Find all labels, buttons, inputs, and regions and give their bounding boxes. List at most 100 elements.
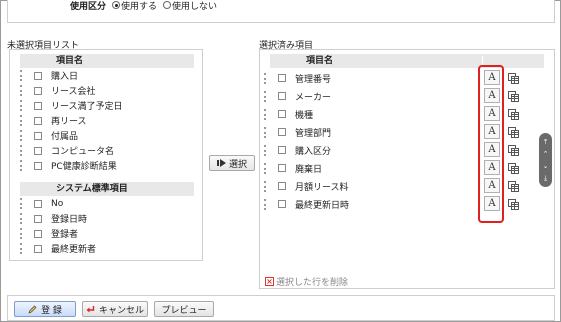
column-settings-icon[interactable]	[506, 107, 520, 121]
drag-handle-icon[interactable]	[20, 198, 24, 209]
highlight-box	[478, 65, 504, 223]
row-checkbox[interactable]	[278, 164, 286, 172]
row-checkbox[interactable]	[34, 71, 42, 80]
list-item[interactable]: No	[16, 196, 63, 211]
list-item[interactable]: コンピュータ名	[16, 143, 114, 158]
row-checkbox[interactable]	[278, 92, 286, 100]
item-label: No	[51, 198, 64, 209]
drag-handle-icon[interactable]	[20, 228, 24, 239]
item-label: コンピュータ名	[51, 147, 115, 157]
move-down-icon[interactable]: ⌄	[543, 162, 549, 170]
cancel-button[interactable]: キャンセル	[82, 301, 148, 317]
row-checkbox[interactable]	[34, 116, 42, 125]
item-label: メーカー	[295, 92, 332, 103]
item-label: 最終更新日時	[295, 200, 350, 211]
move-bottom-icon[interactable]: ⤓	[544, 174, 547, 182]
item-label: リース満了予定日	[51, 102, 123, 112]
list-item[interactable]: 付属品	[16, 128, 78, 143]
row-checkbox[interactable]	[278, 182, 286, 190]
drag-handle-icon[interactable]	[264, 108, 268, 120]
drag-handle-icon[interactable]	[20, 243, 24, 254]
list-item[interactable]: 登録者	[16, 226, 78, 241]
drag-handle-icon[interactable]	[264, 72, 268, 84]
item-label: 購入区分	[295, 146, 332, 157]
item-label: 管理番号	[295, 74, 332, 85]
drag-handle-icon[interactable]	[264, 162, 268, 174]
sort-controls: ⤒ ⌃ ⌄ ⤓	[539, 133, 552, 187]
list-item[interactable]: 登録日時	[16, 211, 87, 226]
row-checkbox[interactable]	[278, 146, 286, 154]
drag-handle-icon[interactable]	[20, 160, 24, 171]
radio-use[interactable]: 使用する	[112, 0, 157, 12]
usage-panel: 使用区分 使用する 使用しない	[7, 0, 555, 23]
item-label: 購入日	[51, 72, 79, 82]
row-checkbox[interactable]	[34, 199, 42, 208]
column-settings-icon[interactable]	[506, 125, 520, 139]
radio-not-use-label: 使用しない	[172, 1, 218, 12]
register-button[interactable]: 登 録	[14, 301, 76, 317]
drag-handle-icon[interactable]	[20, 213, 24, 224]
column-settings-icon[interactable]	[506, 71, 520, 85]
row-checkbox[interactable]	[278, 200, 286, 208]
move-top-icon[interactable]: ⤒	[544, 138, 547, 146]
drag-handle-icon[interactable]	[20, 130, 24, 141]
list-item[interactable]: リース会社	[16, 83, 96, 98]
move-up-icon[interactable]: ⌃	[543, 150, 549, 158]
item-label: 再リース	[51, 117, 87, 127]
pencil-icon	[28, 305, 37, 314]
item-label: PC健康診断結果	[51, 162, 117, 172]
item-label: 登録日時	[51, 215, 88, 225]
radio-not-use-icon[interactable]	[163, 1, 172, 9]
drag-handle-icon[interactable]	[20, 85, 24, 96]
column-settings-icon[interactable]	[506, 143, 520, 157]
list-item[interactable]: 購入日	[16, 68, 78, 83]
item-label: 登録者	[51, 230, 79, 240]
radio-not-use[interactable]: 使用しない	[163, 0, 217, 12]
row-checkbox[interactable]	[34, 161, 42, 170]
drag-handle-icon[interactable]	[264, 180, 268, 192]
drag-handle-icon[interactable]	[264, 198, 268, 210]
undo-icon	[86, 305, 95, 312]
unselected-list: 項目名 購入日 リース会社 リース満了予定日 再リース 付属品 コンピュータ名 …	[9, 49, 203, 261]
row-checkbox[interactable]	[34, 131, 42, 140]
row-checkbox[interactable]	[278, 110, 286, 118]
radio-use-label: 使用する	[121, 1, 158, 12]
list-item[interactable]: リース満了予定日	[16, 98, 123, 113]
footer-toolbar: 登 録 キャンセル プレビュー	[7, 295, 555, 321]
column-settings-icon[interactable]	[506, 89, 520, 103]
row-checkbox[interactable]	[34, 101, 42, 110]
drag-handle-icon[interactable]	[20, 70, 24, 81]
column-settings-icon[interactable]	[506, 197, 520, 211]
list-item[interactable]: 再リース	[16, 113, 87, 128]
radio-use-icon[interactable]	[112, 1, 121, 9]
drag-handle-icon[interactable]	[264, 90, 268, 102]
list-item[interactable]: 最終更新者	[16, 241, 96, 256]
usage-label: 使用区分	[70, 1, 107, 12]
drag-handle-icon[interactable]	[20, 115, 24, 126]
drag-handle-icon[interactable]	[20, 100, 24, 111]
select-button[interactable]: 選択	[209, 155, 255, 171]
delete-selected-rows[interactable]: × 選択した行を削除	[265, 275, 348, 288]
preview-button[interactable]: プレビュー	[154, 301, 214, 317]
list-item[interactable]: PC健康診断結果	[16, 158, 117, 173]
row-checkbox[interactable]	[278, 74, 286, 82]
item-label: 付属品	[51, 132, 79, 142]
usage-row: 使用区分 使用する 使用しない	[70, 0, 217, 12]
item-label: リース会社	[51, 87, 96, 97]
row-checkbox[interactable]	[278, 128, 286, 136]
drag-handle-icon[interactable]	[20, 145, 24, 156]
drag-handle-icon[interactable]	[264, 144, 268, 156]
row-checkbox[interactable]	[34, 146, 42, 155]
select-button-label: 選択	[228, 159, 247, 170]
page-frame: 使用区分 使用する 使用しない 未選択項目リスト 選択済み項目 項目名 購入日 …	[0, 0, 561, 322]
row-checkbox[interactable]	[34, 86, 42, 95]
register-label: 登 録	[41, 305, 62, 316]
row-checkbox[interactable]	[34, 244, 42, 253]
column-header-system-items: システム標準項目	[20, 182, 194, 196]
drag-handle-icon[interactable]	[264, 126, 268, 138]
column-settings-icon[interactable]	[506, 161, 520, 175]
item-label: 機種	[295, 110, 314, 121]
row-checkbox[interactable]	[34, 229, 42, 238]
column-settings-icon[interactable]	[506, 179, 520, 193]
row-checkbox[interactable]	[34, 214, 42, 223]
